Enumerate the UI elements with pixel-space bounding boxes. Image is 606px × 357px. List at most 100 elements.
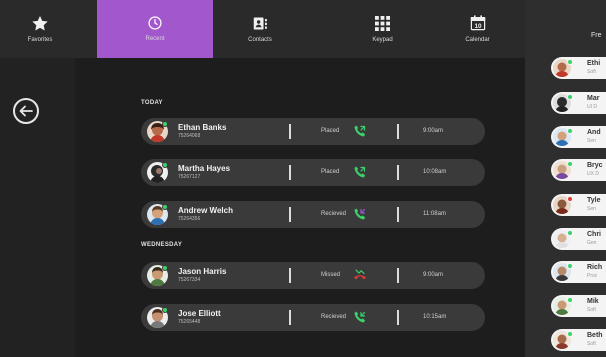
call-row[interactable]: Ethan Banks 75264068 Placed 9:00am bbox=[141, 118, 485, 145]
status-dot bbox=[567, 94, 573, 100]
status-dot bbox=[567, 263, 573, 269]
call-received-icon bbox=[354, 208, 366, 220]
favorite-role: UX D bbox=[587, 171, 599, 177]
favorite-name: Chri bbox=[587, 231, 601, 238]
divider bbox=[397, 165, 399, 180]
favorite-role: Sen bbox=[587, 138, 596, 144]
call-time: 10:08am bbox=[423, 169, 447, 175]
call-row[interactable]: Jason Harris 75267334 Missed 9:00am bbox=[141, 262, 485, 289]
favorite-name: Rich bbox=[587, 264, 603, 271]
section-header-wednesday: WEDNESDAY bbox=[141, 242, 183, 248]
tab-calendar-label: Calendar bbox=[465, 37, 490, 43]
star-icon bbox=[32, 15, 48, 31]
clock-icon bbox=[148, 16, 162, 30]
calendar-icon: 10 bbox=[470, 15, 485, 31]
status-dot bbox=[567, 331, 573, 337]
contact-number: 75265448 bbox=[178, 319, 201, 325]
favorite-role: Gen bbox=[587, 240, 597, 246]
contact-number: 75267127 bbox=[178, 174, 201, 180]
favorite-name: Beth bbox=[587, 332, 603, 339]
favorite-name: Ethi bbox=[587, 60, 601, 67]
contact-name: Martha Hayes bbox=[178, 164, 231, 173]
favorite-contact[interactable]: Mik Soft bbox=[551, 295, 606, 317]
status-dot bbox=[567, 230, 573, 236]
divider bbox=[289, 124, 291, 139]
call-type: Recieved bbox=[321, 211, 347, 217]
divider bbox=[397, 268, 399, 283]
tab-calendar[interactable]: 10 Calendar bbox=[445, 0, 510, 58]
recent-calls-list: TODAY Ethan Banks 75264068 Placed 9:00am… bbox=[75, 58, 525, 357]
contact-number: 75267334 bbox=[178, 277, 201, 283]
phone-app: Favorites Recent Contacts Keypad 10 Cale… bbox=[0, 0, 606, 357]
divider bbox=[397, 124, 399, 139]
favorites-panel: Fre Ethi Soft Mar UI D And Sen Bryc UX D bbox=[525, 0, 606, 357]
online-status-dot bbox=[162, 204, 168, 210]
favorite-role: Soft bbox=[587, 341, 596, 347]
contact-name: Andrew Welch bbox=[178, 206, 233, 215]
favorite-role: Soft bbox=[587, 307, 596, 313]
tab-favorites-label: Favorites bbox=[27, 36, 53, 43]
call-received-icon bbox=[354, 311, 366, 323]
call-time: 9:00am bbox=[423, 272, 444, 278]
call-placed-icon bbox=[354, 125, 366, 137]
favorite-role: Proc bbox=[587, 273, 598, 279]
call-missed-icon bbox=[354, 269, 366, 280]
tab-keypad[interactable]: Keypad bbox=[350, 0, 415, 58]
contact-name: Jose Elliott bbox=[178, 309, 221, 318]
section-header-today: TODAY bbox=[141, 100, 163, 106]
contact-number: 75264356 bbox=[178, 216, 201, 222]
tab-favorites[interactable]: Favorites bbox=[0, 0, 80, 58]
status-dot bbox=[567, 128, 573, 134]
left-rail bbox=[0, 58, 75, 357]
contacts-card-icon bbox=[253, 17, 267, 29]
favorite-role: Sen bbox=[587, 206, 596, 212]
tab-recent-label: Recent bbox=[145, 36, 165, 42]
contact-name: Ethan Banks bbox=[178, 123, 227, 132]
keypad-grid-icon bbox=[375, 15, 390, 31]
favorite-name: Mar bbox=[587, 95, 600, 102]
call-time: 11:08am bbox=[423, 211, 446, 217]
favorite-name: Bryc bbox=[587, 162, 603, 169]
call-time: 10:15am bbox=[423, 314, 447, 320]
call-row[interactable]: Martha Hayes 75267127 Placed 10:08am bbox=[141, 159, 485, 186]
call-type: Recieved bbox=[321, 314, 347, 320]
favorite-contact[interactable]: Bryc UX D bbox=[551, 159, 606, 181]
contact-name: Jason Harris bbox=[178, 267, 227, 276]
online-status-dot bbox=[162, 162, 168, 168]
tab-recent[interactable]: Recent bbox=[97, 0, 213, 58]
arrow-left-icon bbox=[19, 105, 33, 117]
online-status-dot bbox=[162, 265, 168, 271]
favorite-role: UI D bbox=[587, 104, 597, 110]
favorite-contact[interactable]: Rich Proc bbox=[551, 261, 606, 283]
favorite-contact[interactable]: Chri Gen bbox=[551, 228, 606, 250]
online-status-dot bbox=[162, 307, 168, 313]
tab-contacts-label: Contacts bbox=[248, 36, 272, 43]
call-row[interactable]: Andrew Welch 75264356 Recieved 11:08am bbox=[141, 201, 485, 228]
divider bbox=[289, 207, 291, 222]
favorite-name: And bbox=[587, 129, 601, 136]
favorite-role: Soft bbox=[587, 69, 596, 75]
call-type: Placed bbox=[321, 128, 340, 134]
top-navigation: Favorites Recent Contacts Keypad 10 Cale… bbox=[0, 0, 525, 58]
divider bbox=[397, 207, 399, 222]
call-row[interactable]: Jose Elliott 75265448 Recieved 10:15am bbox=[141, 304, 485, 331]
status-dot bbox=[567, 161, 573, 167]
favorite-contact[interactable]: Ethi Soft bbox=[551, 57, 606, 79]
favorites-panel-title: Fre bbox=[591, 32, 602, 39]
divider bbox=[289, 165, 291, 180]
status-dot bbox=[567, 196, 573, 202]
call-time: 9:00am bbox=[423, 128, 444, 134]
favorite-name: Tyle bbox=[587, 197, 601, 204]
back-button[interactable] bbox=[13, 98, 39, 124]
favorite-contact[interactable]: And Sen bbox=[551, 126, 606, 148]
tab-contacts[interactable]: Contacts bbox=[225, 0, 295, 58]
call-placed-icon bbox=[354, 166, 366, 178]
favorite-contact[interactable]: Tyle Sen bbox=[551, 194, 606, 216]
favorite-contact[interactable]: Mar UI D bbox=[551, 92, 606, 114]
favorite-contact[interactable]: Beth Soft bbox=[551, 329, 606, 351]
favorite-name: Mik bbox=[587, 298, 599, 305]
divider bbox=[397, 310, 399, 325]
calendar-day-number: 10 bbox=[474, 23, 482, 30]
call-type: Placed bbox=[321, 169, 340, 175]
contact-number: 75264068 bbox=[178, 133, 201, 139]
